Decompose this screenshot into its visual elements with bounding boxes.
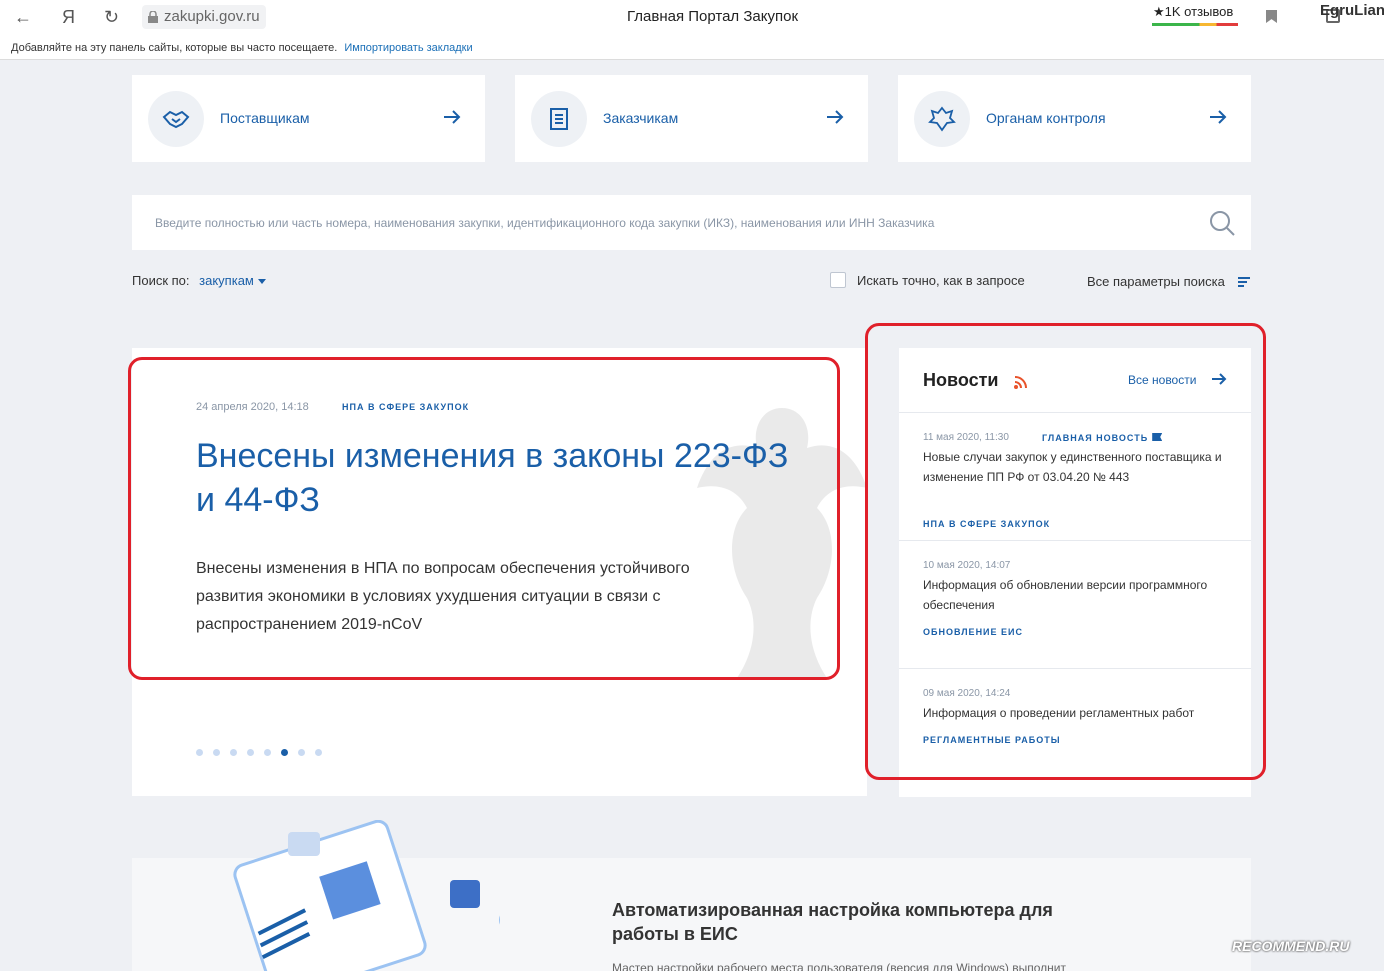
browser-toolbar: ← Я ↻ zakupki.gov.ru Главная Портал Заку…: [0, 0, 1384, 36]
arrow-right-icon: [1210, 110, 1227, 124]
search-icon[interactable]: [1209, 210, 1235, 236]
card-label: Органам контроля: [986, 110, 1106, 126]
highlight-box: [865, 323, 1266, 780]
slider-dot[interactable]: [230, 749, 237, 756]
highlight-box: [128, 357, 840, 680]
emblem-icon: [914, 91, 970, 147]
user-watermark: EgruLian: [1320, 2, 1384, 19]
chevron-down-icon: [257, 279, 266, 285]
exact-match-checkbox[interactable]: [830, 272, 846, 288]
search-scope-dropdown[interactable]: закупкам: [199, 273, 266, 288]
reviews-badge[interactable]: ★1K отзывов: [1153, 4, 1233, 20]
card-control-bodies[interactable]: Органам контроля: [898, 75, 1251, 162]
banner-subtitle: Мастер настройки рабочего места пользова…: [612, 961, 1066, 971]
bookmarks-hint: Добавляйте на эту панель сайты, которые …: [11, 42, 338, 54]
card-label: Заказчикам: [603, 110, 679, 126]
all-search-params-link[interactable]: Все параметры поиска: [1087, 274, 1225, 289]
document-icon: [531, 91, 587, 147]
card-customers[interactable]: Заказчикам: [515, 75, 868, 162]
arrow-right-icon: [444, 110, 461, 124]
slider-dot[interactable]: [315, 749, 322, 756]
slider-dot[interactable]: [298, 749, 305, 756]
search-input[interactable]: Введите полностью или часть номера, наим…: [132, 195, 1251, 250]
slider-dot[interactable]: [196, 749, 203, 756]
handshake-icon: [148, 91, 204, 147]
filter-lines-icon[interactable]: [1238, 277, 1250, 289]
bookmarks-bar: Добавляйте на эту панель сайты, которые …: [0, 36, 1384, 60]
rating-bar: [1152, 23, 1238, 26]
slider-dot[interactable]: [264, 749, 271, 756]
slider-dot[interactable]: [281, 749, 288, 756]
recommend-watermark: RECOMMEND.RU: [1232, 938, 1350, 954]
import-bookmarks-link[interactable]: Импортировать закладки: [344, 42, 472, 54]
arrow-right-icon: [827, 110, 844, 124]
slider-dot[interactable]: [213, 749, 220, 756]
card-label: Поставщикам: [220, 110, 310, 126]
search-placeholder: Введите полностью или часть номера, наим…: [155, 216, 935, 230]
search-scope: Поиск по: закупкам: [132, 273, 266, 288]
slider-dots: [196, 743, 332, 761]
search-scope-value: закупкам: [199, 273, 254, 288]
card-suppliers[interactable]: Поставщикам: [132, 75, 485, 162]
slider-dot[interactable]: [247, 749, 254, 756]
search-scope-label: Поиск по:: [132, 273, 190, 288]
exact-match-label: Искать точно, как в запросе: [857, 273, 1025, 288]
computer-illustration-icon: [233, 820, 500, 971]
banner-title[interactable]: Автоматизированная настройка компьютера …: [612, 898, 1092, 946]
